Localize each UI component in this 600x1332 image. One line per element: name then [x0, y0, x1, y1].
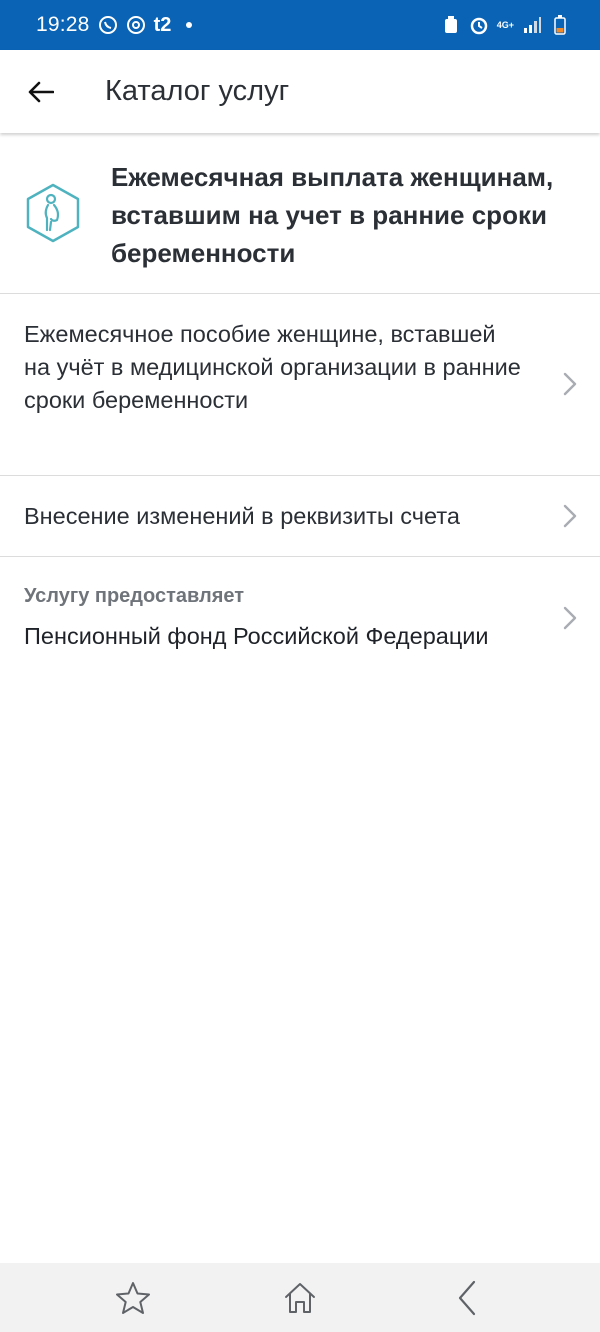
home-icon	[284, 1282, 315, 1313]
battery-icon	[550, 15, 570, 35]
star-icon	[116, 1281, 151, 1314]
chevron-right-icon	[563, 504, 577, 528]
carrier-label: t2	[153, 13, 172, 36]
chevron-right-icon	[563, 606, 577, 630]
list-item-change-account[interactable]: Внесение изменений в реквизиты счета	[0, 476, 600, 557]
sync-icon	[126, 15, 146, 35]
chevron-right-icon	[563, 372, 577, 396]
alarm-icon	[469, 15, 489, 35]
back-chevron-icon	[458, 1280, 475, 1315]
status-right: 4G+	[441, 15, 570, 35]
pregnant-woman-icon	[24, 182, 82, 244]
list-item-monthly-benefit[interactable]: Ежемесячное пособие женщине, вставшей на…	[0, 294, 600, 476]
provider-name: Пенсионный фонд Российской Федерации	[24, 623, 489, 649]
back-button[interactable]	[0, 50, 82, 133]
network-type-label: 4G+	[496, 19, 514, 30]
viber-icon	[98, 15, 118, 35]
system-back-button[interactable]	[437, 1268, 497, 1328]
dot-icon	[179, 15, 199, 35]
page-title: Каталог услуг	[105, 75, 290, 107]
provider-label: Услугу предоставляет	[24, 585, 245, 607]
list-item-label: Внесение изменений в реквизиты счета	[24, 503, 460, 529]
arrow-left-icon	[28, 81, 54, 102]
bottom-nav	[0, 1263, 600, 1332]
signal-icon	[522, 15, 542, 35]
status-bar: 19:28 t2 4G+	[0, 0, 600, 50]
status-time: 19:28	[36, 13, 90, 36]
provider-item[interactable]: Услугу предоставляет Пенсионный фонд Рос…	[0, 557, 600, 677]
list-item-label: Ежемесячное пособие женщине, вставшей на…	[24, 321, 521, 413]
status-left: 19:28 t2	[36, 13, 199, 37]
app-bar: Каталог услуг	[0, 50, 600, 133]
service-title: Ежемесячная выплата женщинам, вставшим н…	[111, 162, 554, 268]
battery-saver-icon	[441, 15, 461, 35]
favorites-button[interactable]	[103, 1268, 163, 1328]
home-button[interactable]	[270, 1268, 330, 1328]
service-header: Ежемесячная выплата женщинам, вставшим н…	[0, 133, 600, 294]
